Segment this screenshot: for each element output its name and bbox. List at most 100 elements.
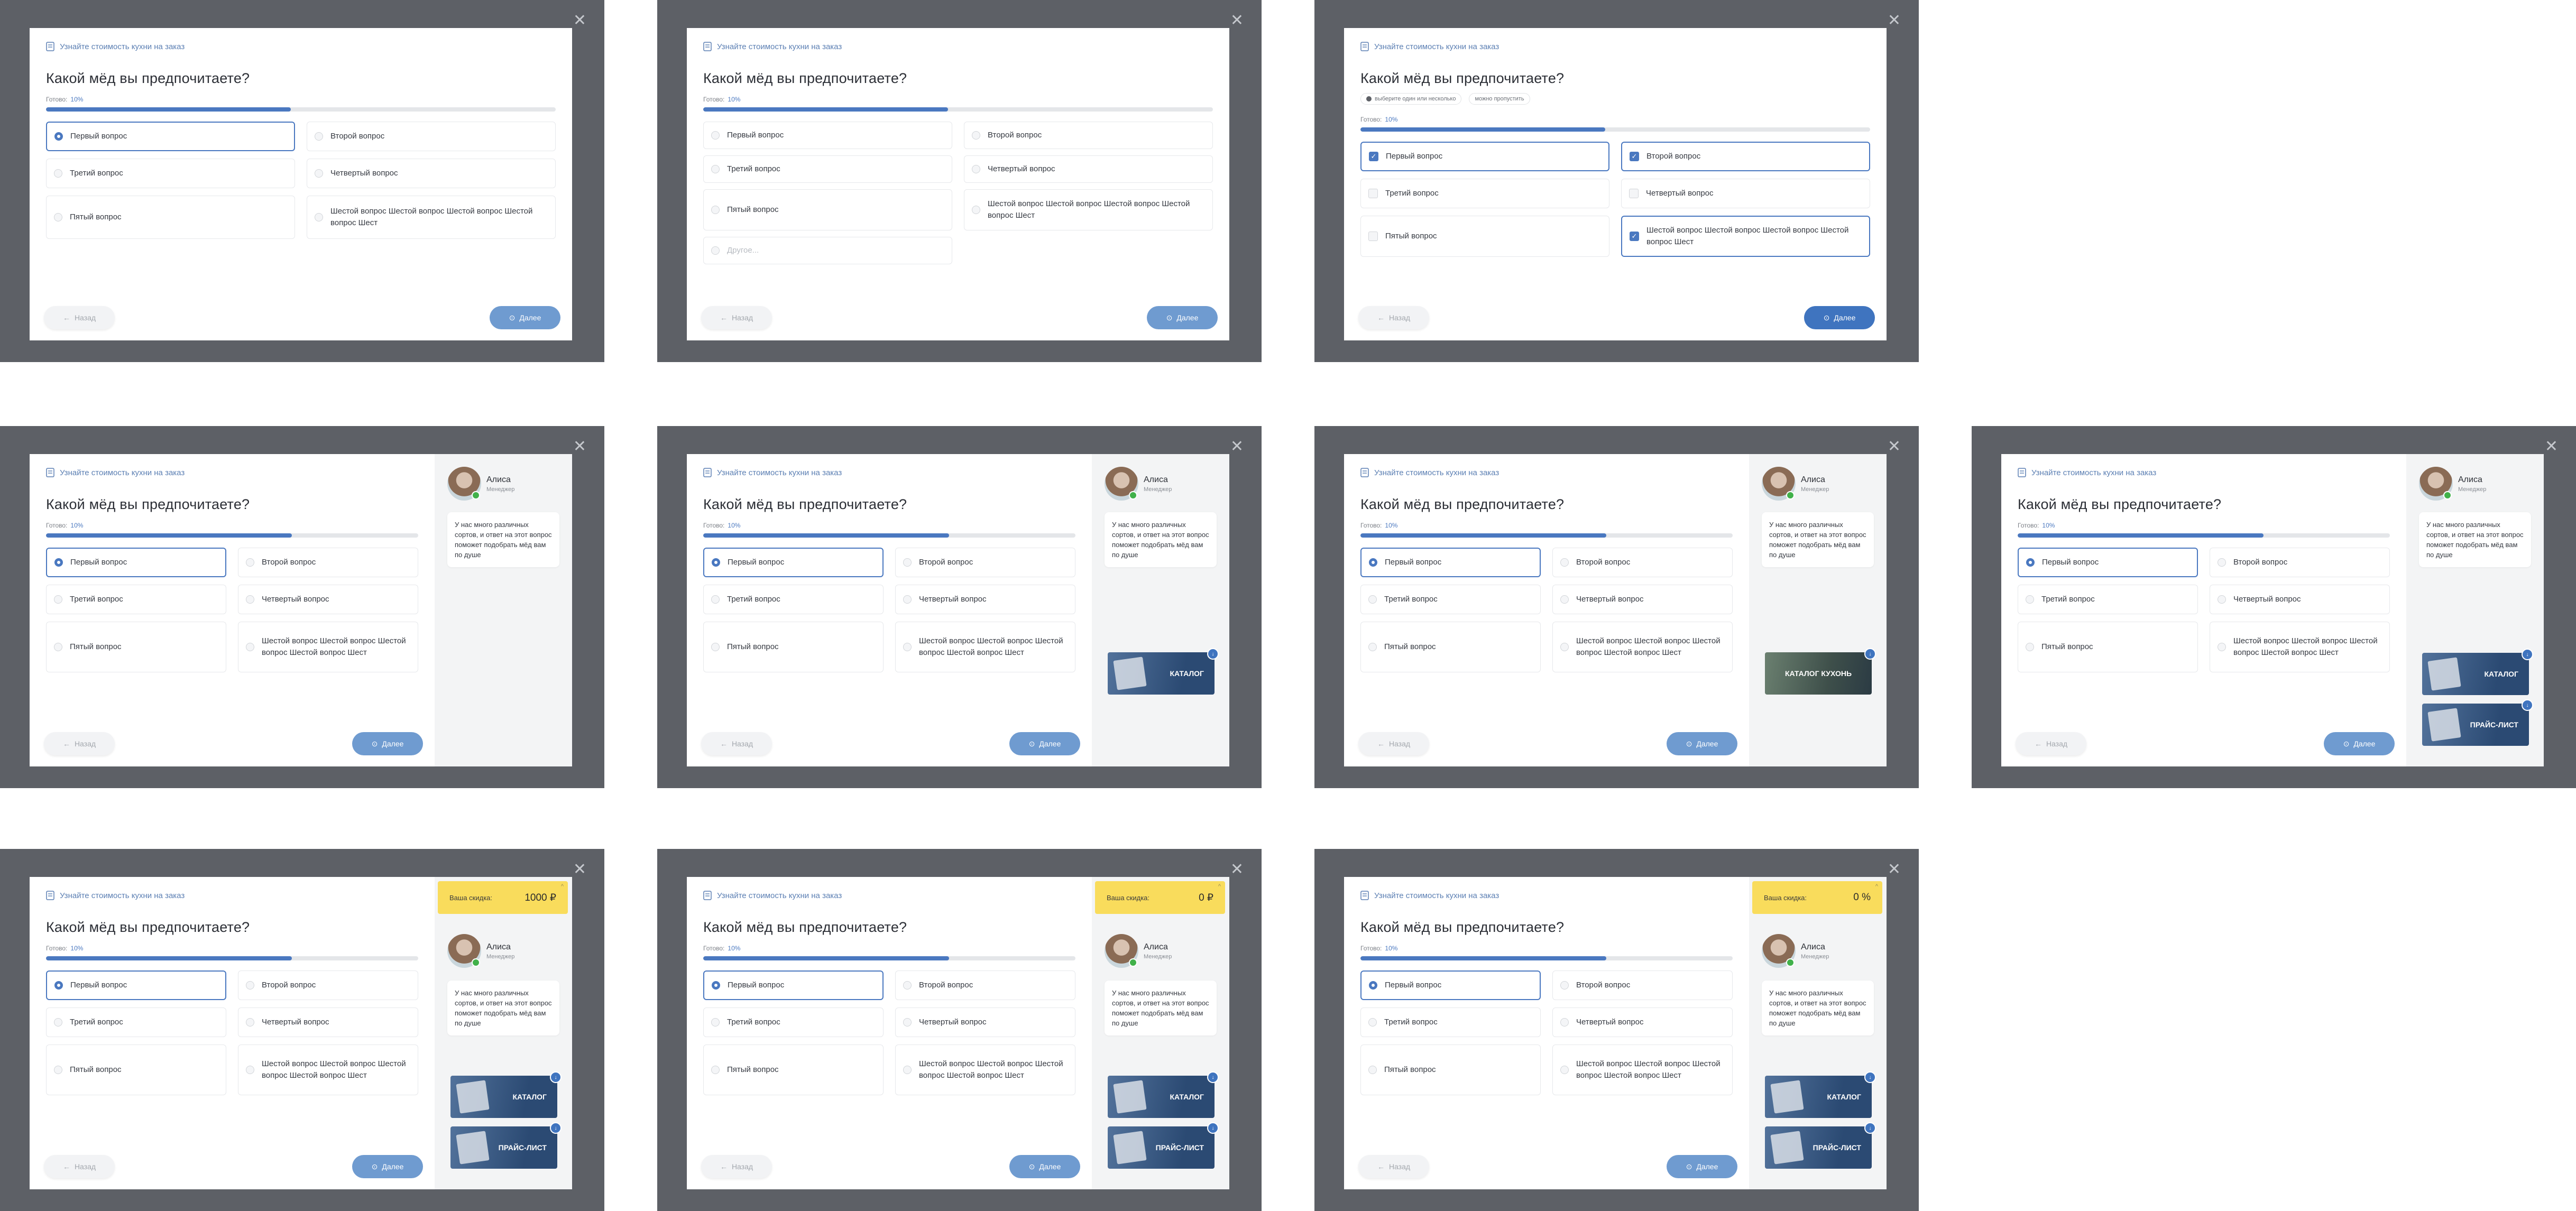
option-4[interactable]: Четвертый вопрос xyxy=(307,159,556,188)
minimize-icon[interactable]: ^ xyxy=(1875,883,1878,890)
catalog-promo[interactable]: КАТАЛОГ ↓ xyxy=(1108,1071,1219,1118)
option-3[interactable]: Третий вопрос xyxy=(703,155,952,183)
option-3[interactable]: Третий вопрос xyxy=(1360,585,1541,614)
catalog-promo[interactable]: КАТАЛОГ ↓ xyxy=(1765,1071,1876,1118)
option-1[interactable]: ✓ Первый вопрос xyxy=(1360,142,1609,171)
option-4[interactable]: Четвертый вопрос xyxy=(1621,179,1870,208)
close-icon[interactable]: ✕ xyxy=(2545,439,2558,455)
next-button[interactable]: ⊙ Далее xyxy=(1147,306,1218,329)
back-button[interactable]: ← Назад xyxy=(44,732,115,755)
option-5[interactable]: Пятый вопрос xyxy=(1360,216,1609,257)
price-list-promo[interactable]: ПРАЙС-ЛИСТ ↓ xyxy=(2422,699,2533,746)
option-other[interactable]: Другое... xyxy=(703,237,952,264)
option-5[interactable]: Пятый вопрос xyxy=(703,622,884,672)
option-1[interactable]: Первый вопрос xyxy=(2018,548,2198,577)
option-2[interactable]: Второй вопрос xyxy=(238,970,418,1000)
option-3[interactable]: Третий вопрос xyxy=(46,585,226,614)
option-5[interactable]: Пятый вопрос xyxy=(46,622,226,672)
kitchen-catalog-promo[interactable]: КАТАЛОГ КУХОНЬ ↓ xyxy=(1765,648,1876,695)
close-icon[interactable]: ✕ xyxy=(1888,439,1901,455)
option-3[interactable]: Третий вопрос xyxy=(46,1007,226,1037)
close-icon[interactable]: ✕ xyxy=(1230,13,1244,29)
option-1[interactable]: Первый вопрос xyxy=(46,122,295,151)
option-2[interactable]: Второй вопрос xyxy=(2210,548,2390,577)
option-6[interactable]: Шестой вопрос Шестой вопрос Шестой вопро… xyxy=(307,196,556,239)
option-1[interactable]: Первый вопрос xyxy=(1360,548,1541,577)
option-2[interactable]: Второй вопрос xyxy=(1552,970,1733,1000)
option-6[interactable]: Шестой вопрос Шестой вопрос Шестой вопро… xyxy=(2210,622,2390,672)
option-4[interactable]: Четвертый вопрос xyxy=(895,1007,1075,1037)
close-icon[interactable]: ✕ xyxy=(1230,862,1244,877)
option-3[interactable]: Третий вопрос xyxy=(46,159,295,188)
option-2[interactable]: ✓ Второй вопрос xyxy=(1621,142,1870,171)
option-6[interactable]: Шестой вопрос Шестой вопрос Шестой вопро… xyxy=(895,622,1075,672)
option-3[interactable]: Третий вопрос xyxy=(2018,585,2198,614)
option-4[interactable]: Четвертый вопрос xyxy=(238,1007,418,1037)
option-2[interactable]: Второй вопрос xyxy=(895,970,1075,1000)
option-2[interactable]: Второй вопрос xyxy=(1552,548,1733,577)
option-5[interactable]: Пятый вопрос xyxy=(1360,1044,1541,1095)
next-button[interactable]: ⊙ Далее xyxy=(352,732,423,755)
option-2[interactable]: Второй вопрос xyxy=(238,548,418,577)
option-1[interactable]: Первый вопрос xyxy=(703,122,952,149)
option-5[interactable]: Пятый вопрос xyxy=(703,1044,884,1095)
option-4[interactable]: Четвертый вопрос xyxy=(895,585,1075,614)
back-button[interactable]: ← Назад xyxy=(1358,306,1429,329)
next-button[interactable]: ⊙ Далее xyxy=(1009,1155,1080,1178)
option-6[interactable]: Шестой вопрос Шестой вопрос Шестой вопро… xyxy=(238,1044,418,1095)
catalog-promo[interactable]: КАТАЛОГ ↓ xyxy=(2422,649,2533,695)
back-button[interactable]: ← Назад xyxy=(701,306,772,329)
option-1[interactable]: Первый вопрос xyxy=(46,548,226,577)
minimize-icon[interactable]: ^ xyxy=(561,883,564,890)
price-list-promo[interactable]: ПРАЙС-ЛИСТ ↓ xyxy=(1765,1122,1876,1169)
option-3[interactable]: Третий вопрос xyxy=(703,585,884,614)
option-6[interactable]: Шестой вопрос Шестой вопрос Шестой вопро… xyxy=(1552,1044,1733,1095)
option-2[interactable]: Второй вопрос xyxy=(895,548,1075,577)
option-2[interactable]: Второй вопрос xyxy=(964,122,1213,149)
option-4[interactable]: Четвертый вопрос xyxy=(1552,585,1733,614)
option-4[interactable]: Четвертый вопрос xyxy=(238,585,418,614)
next-button[interactable]: ⊙ Далее xyxy=(1009,732,1080,755)
option-5[interactable]: Пятый вопрос xyxy=(1360,622,1541,672)
next-button[interactable]: ⊙ Далее xyxy=(1804,306,1875,329)
option-6[interactable]: ✓ Шестой вопрос Шестой вопрос Шестой вопр… xyxy=(1621,216,1870,257)
next-button[interactable]: ⊙ Далее xyxy=(1667,732,1737,755)
option-4[interactable]: Четвертый вопрос xyxy=(964,155,1213,183)
next-button[interactable]: ⊙ Далее xyxy=(2324,732,2395,755)
back-button[interactable]: ← Назад xyxy=(1358,732,1429,755)
option-5[interactable]: Пятый вопрос xyxy=(703,189,952,230)
next-button[interactable]: ⊙ Далее xyxy=(1667,1155,1737,1178)
option-3[interactable]: Третий вопрос xyxy=(1360,179,1609,208)
option-1[interactable]: Первый вопрос xyxy=(46,970,226,1000)
option-6[interactable]: Шестой вопрос Шестой вопрос Шестой вопро… xyxy=(238,622,418,672)
close-icon[interactable]: ✕ xyxy=(573,862,586,877)
option-5[interactable]: Пятый вопрос xyxy=(46,196,295,239)
next-button[interactable]: ⊙ Далее xyxy=(490,306,560,329)
close-icon[interactable]: ✕ xyxy=(573,13,586,29)
back-button[interactable]: ← Назад xyxy=(2016,732,2086,755)
option-5[interactable]: Пятый вопрос xyxy=(46,1044,226,1095)
option-5[interactable]: Пятый вопрос xyxy=(2018,622,2198,672)
option-1[interactable]: Первый вопрос xyxy=(703,548,884,577)
close-icon[interactable]: ✕ xyxy=(1230,439,1244,455)
next-button[interactable]: ⊙ Далее xyxy=(352,1155,423,1178)
catalog-promo[interactable]: КАТАЛОГ ↓ xyxy=(1108,648,1219,695)
back-button[interactable]: ← Назад xyxy=(44,1155,115,1178)
option-4[interactable]: Четвертый вопрос xyxy=(1552,1007,1733,1037)
option-6[interactable]: Шестой вопрос Шестой вопрос Шестой вопро… xyxy=(1552,622,1733,672)
option-3[interactable]: Третий вопрос xyxy=(1360,1007,1541,1037)
option-3[interactable]: Третий вопрос xyxy=(703,1007,884,1037)
option-4[interactable]: Четвертый вопрос xyxy=(2210,585,2390,614)
option-6[interactable]: Шестой вопрос Шестой вопрос Шестой вопро… xyxy=(895,1044,1075,1095)
price-list-promo[interactable]: ПРАЙС-ЛИСТ ↓ xyxy=(1108,1122,1219,1169)
minimize-icon[interactable]: ^ xyxy=(1218,883,1221,890)
option-6[interactable]: Шестой вопрос Шестой вопрос Шестой вопро… xyxy=(964,189,1213,230)
option-2[interactable]: Второй вопрос xyxy=(307,122,556,151)
back-button[interactable]: ← Назад xyxy=(44,306,115,329)
close-icon[interactable]: ✕ xyxy=(1888,13,1901,29)
catalog-promo[interactable]: КАТАЛОГ ↓ xyxy=(450,1071,562,1118)
close-icon[interactable]: ✕ xyxy=(573,439,586,455)
back-button[interactable]: ← Назад xyxy=(701,732,772,755)
back-button[interactable]: ← Назад xyxy=(701,1155,772,1178)
price-list-promo[interactable]: ПРАЙС-ЛИСТ ↓ xyxy=(450,1122,562,1169)
